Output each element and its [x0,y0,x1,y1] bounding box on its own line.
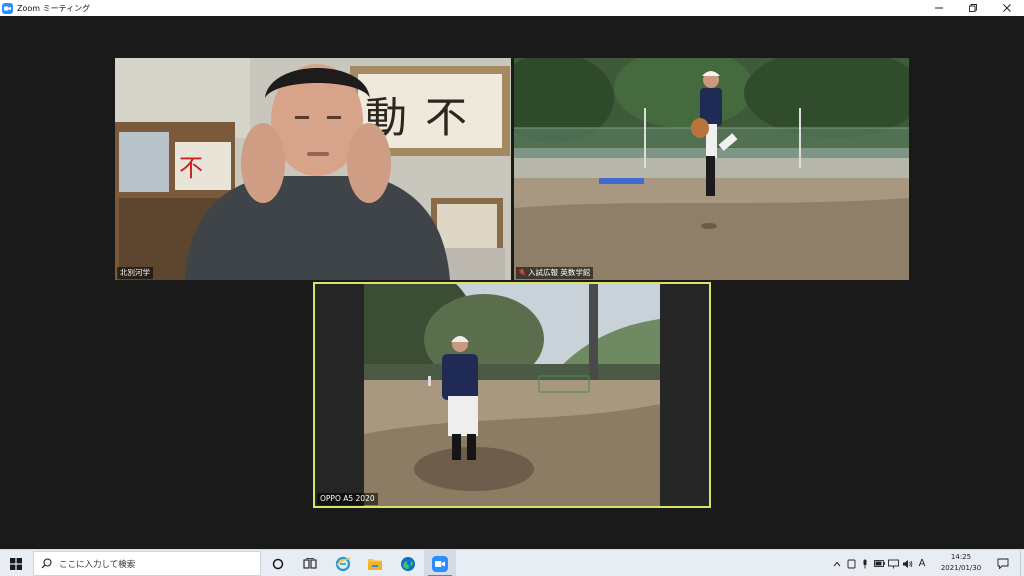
minimize-button[interactable] [922,0,956,16]
participant-2-video [514,58,909,280]
chevron-up-icon [833,561,841,566]
taskbar-app-file-explorer[interactable] [359,550,391,576]
task-view-icon [303,557,317,569]
video-tile-participant-2[interactable]: 入試広報 英数学館 [514,58,909,280]
clock-time: 14:25 [950,553,972,561]
taskbar-search-box[interactable]: ここに入力して検索 [33,551,261,576]
close-button[interactable] [990,0,1024,16]
video-gallery: 動 不 不 北別河学 入試広報 英数学館 OPPO A5 2020 [0,16,1024,549]
tray-icon-network[interactable] [886,550,900,576]
tray-icon-devices[interactable] [844,550,858,576]
task-view-button[interactable] [294,550,326,576]
battery-icon [873,560,885,567]
microphone-icon [863,559,867,568]
show-desktop-button[interactable] [1020,550,1024,576]
zoom-icon [432,555,448,572]
taskbar-app-zoom[interactable] [424,550,456,576]
participant-name-label: 北別河学 [117,267,153,279]
action-center-button[interactable] [992,550,1014,576]
participant-name: 入試広報 英数学館 [528,268,591,277]
clock-date: 2021/01/30 [940,564,982,572]
participant-3-video [364,284,660,506]
network-icon [887,559,899,568]
search-placeholder: ここに入力して検索 [59,559,136,570]
search-icon [41,558,52,569]
cortana-button[interactable] [262,550,294,576]
svg-text:不: 不 [425,93,467,142]
zoom-app-icon [2,2,13,14]
edge-icon [401,556,415,571]
taskbar-app-ie[interactable] [327,550,359,576]
participant-1-video: 動 不 不 [115,58,511,280]
speaker-icon [902,559,912,568]
svg-text:不: 不 [179,154,203,182]
notification-icon [997,558,1009,569]
ime-indicator[interactable]: A [914,550,930,576]
start-button[interactable] [0,550,32,576]
tray-icon-volume[interactable] [900,550,914,576]
window-title: Zoom ミーティング [17,3,91,13]
window-title-bar: Zoom ミーティング [0,0,1024,16]
windows-logo-icon [10,557,22,570]
microphone-muted-icon [519,269,525,276]
taskbar-app-edge[interactable] [392,550,424,576]
participant-name: OPPO A5 2020 [320,494,375,503]
cortana-icon [272,558,284,569]
show-hidden-icons-button[interactable] [830,550,844,576]
taskbar-clock[interactable]: 14:25 2021/01/30 [938,552,984,574]
video-tile-participant-1[interactable]: 動 不 不 北別河学 [115,58,511,280]
restore-button[interactable] [956,0,990,16]
tray-icon-battery[interactable] [872,550,886,576]
device-icon [847,559,855,568]
video-tile-active-speaker[interactable]: OPPO A5 2020 [313,282,711,508]
tray-icon-microphone[interactable] [858,550,872,576]
windows-taskbar: ここに入力して検索 A 14:25 2021/01/30 [0,549,1024,576]
participant-name-label: 入試広報 英数学館 [516,267,594,279]
edge-legacy-icon [335,556,351,571]
participant-name: 北別河学 [120,268,150,277]
folder-icon [368,558,382,570]
participant-name-label: OPPO A5 2020 [317,493,378,505]
